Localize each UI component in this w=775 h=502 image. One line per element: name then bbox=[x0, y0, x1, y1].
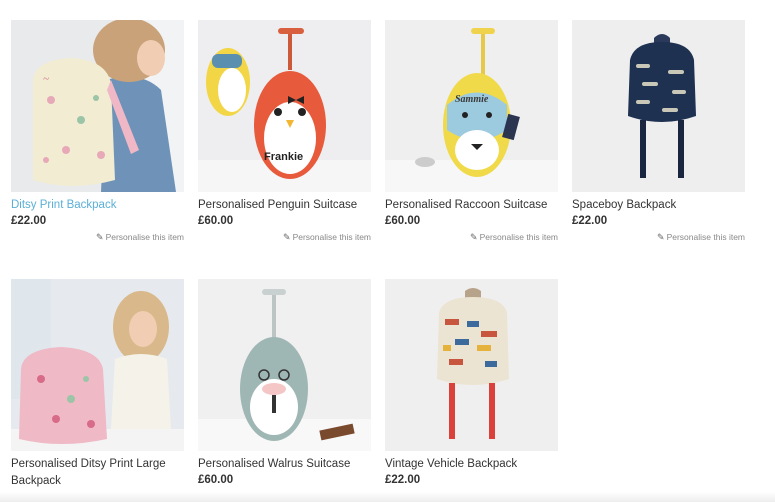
product-card: Sammie Personalised Raccoon Suitcase £60… bbox=[385, 20, 558, 242]
svg-text:Sammie: Sammie bbox=[455, 94, 489, 105]
product-card: Spaceboy Backpack £22.00 ✎ Personalise th… bbox=[572, 20, 745, 242]
product-image[interactable] bbox=[198, 279, 371, 451]
product-name[interactable]: Ditsy Print Backpack bbox=[11, 197, 184, 214]
product-price: £22.00 bbox=[11, 215, 47, 227]
pencil-icon: ✎ bbox=[657, 232, 665, 242]
pencil-icon: ✎ bbox=[96, 232, 104, 242]
product-name[interactable]: Personalised Penguin Suitcase bbox=[198, 197, 371, 214]
svg-text:Frankie: Frankie bbox=[264, 151, 303, 163]
product-price: £22.00 bbox=[385, 474, 421, 486]
product-grid: ~ Ditsy Print Backpack £22.00 ✎ Personali… bbox=[0, 0, 775, 502]
product-image[interactable] bbox=[11, 279, 184, 451]
personalise-link[interactable]: ✎ Personalise this item bbox=[283, 232, 371, 243]
product-price: £60.00 bbox=[385, 215, 421, 227]
product-name[interactable]: Personalised Raccoon Suitcase bbox=[385, 197, 558, 214]
product-image[interactable] bbox=[572, 20, 745, 192]
product-name[interactable]: Spaceboy Backpack bbox=[572, 197, 745, 214]
product-card: Personalised Ditsy Print Large Backpack bbox=[11, 279, 184, 491]
pencil-icon: ✎ bbox=[283, 232, 291, 242]
svg-text:~: ~ bbox=[43, 73, 49, 85]
pencil-icon: ✎ bbox=[470, 232, 478, 242]
product-card: Personalised Walrus Suitcase £60.00 bbox=[198, 279, 371, 486]
personalise-link[interactable]: ✎ Personalise this item bbox=[470, 232, 558, 243]
product-card: Vintage Vehicle Backpack £22.00 bbox=[385, 279, 558, 486]
product-image[interactable]: Sammie bbox=[385, 20, 558, 192]
product-image[interactable] bbox=[385, 279, 558, 451]
page-bottom-fade bbox=[0, 492, 775, 502]
product-name[interactable]: Personalised Ditsy Print Large Backpack bbox=[11, 456, 184, 490]
product-image[interactable]: Frankie bbox=[198, 20, 371, 192]
product-price: £60.00 bbox=[198, 215, 234, 227]
product-name[interactable]: Vintage Vehicle Backpack bbox=[385, 456, 558, 473]
product-name[interactable]: Personalised Walrus Suitcase bbox=[198, 456, 371, 473]
personalise-link[interactable]: ✎ Personalise this item bbox=[657, 232, 745, 243]
product-price: £22.00 bbox=[572, 215, 608, 227]
personalise-link[interactable]: ✎ Personalise this item bbox=[96, 232, 184, 243]
product-card: ~ Ditsy Print Backpack £22.00 ✎ Personali… bbox=[11, 20, 184, 242]
product-price: £60.00 bbox=[198, 474, 234, 486]
product-card: Frankie Personalised Penguin Suitcase £6… bbox=[198, 20, 371, 242]
product-image[interactable]: ~ bbox=[11, 20, 184, 192]
